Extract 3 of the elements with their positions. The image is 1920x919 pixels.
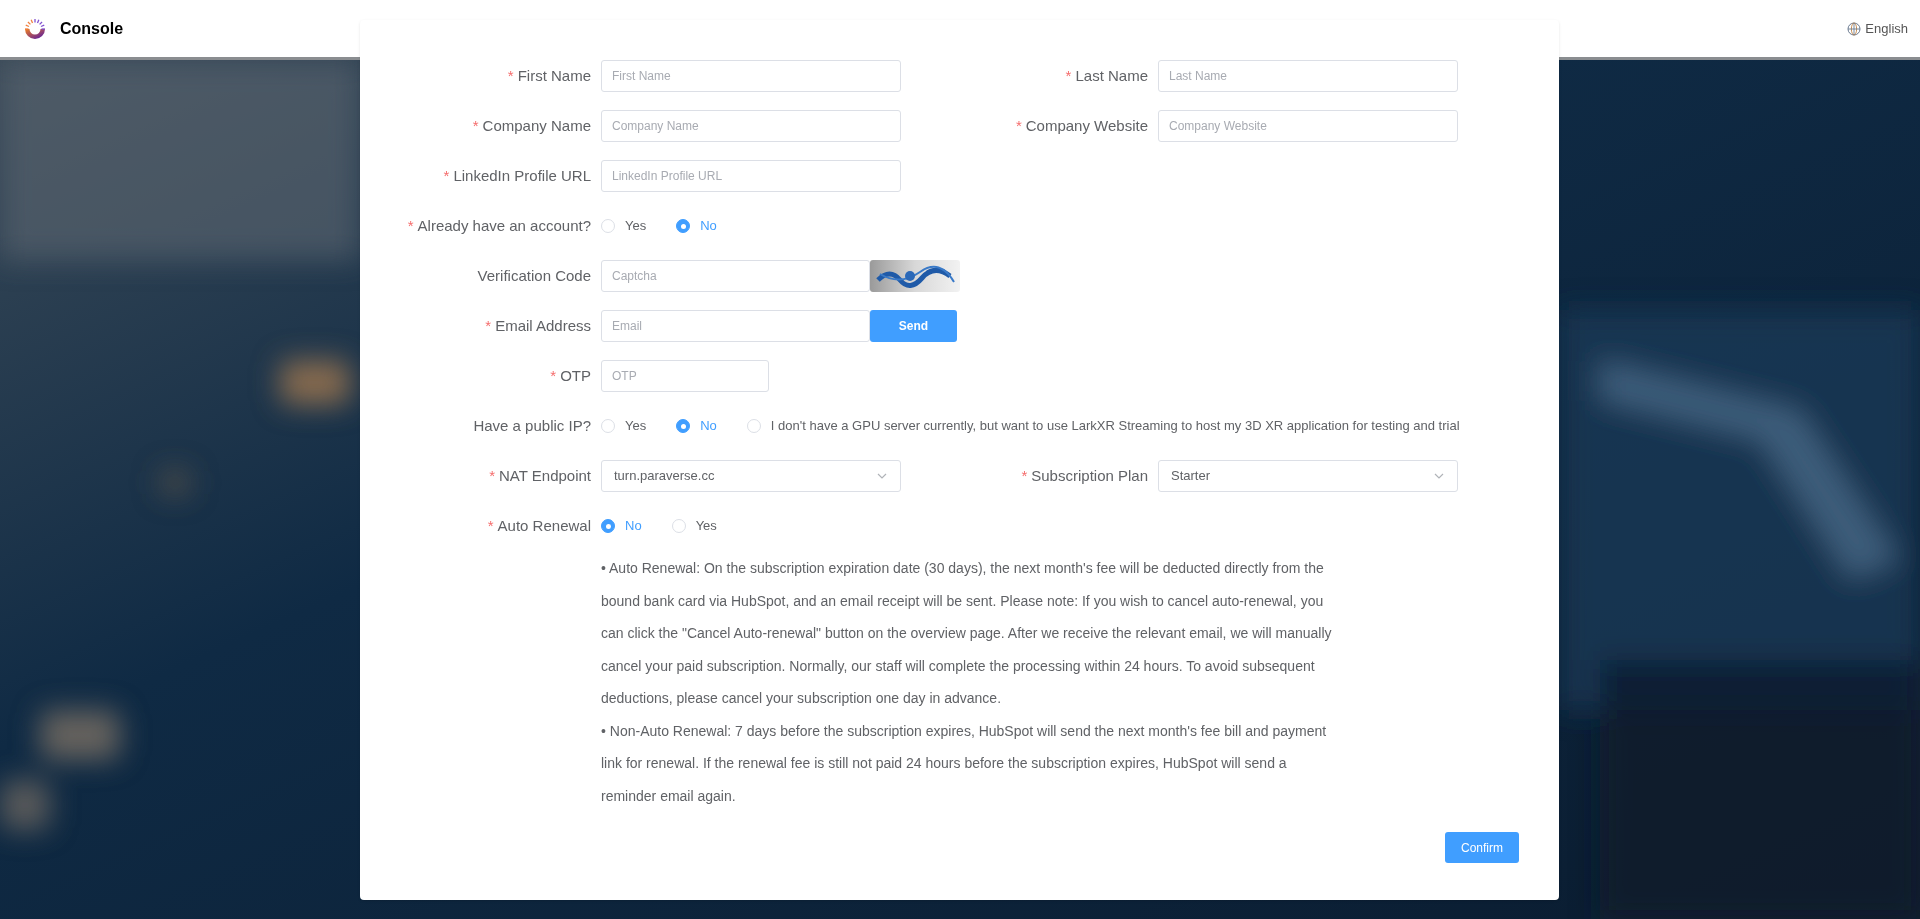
language-link[interactable]: English [1847,18,1908,39]
brand-name: Console [60,18,124,39]
globe-icon [1847,21,1862,36]
